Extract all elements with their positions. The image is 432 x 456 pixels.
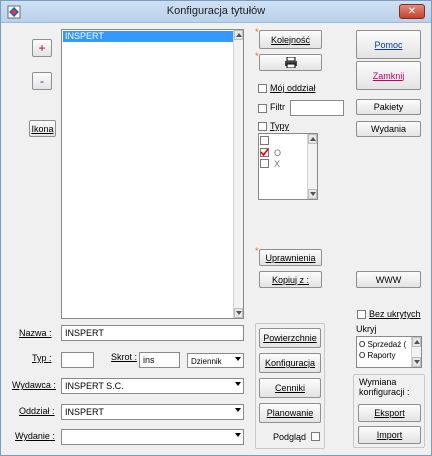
import-button[interactable]: Import [358,426,421,444]
name-label: Nazwa : [19,328,52,338]
remove-title-button[interactable]: - [32,72,52,90]
scroll-down-icon[interactable] [308,189,317,199]
type-item-label: X [274,159,281,169]
close-button[interactable]: ✕ [399,4,425,19]
types-scrollbar[interactable] [307,134,317,199]
no-hidden-label: Bez ukrytych [369,309,421,319]
copy-from-button[interactable]: Kopiuj z : [259,271,322,288]
filter-checkbox[interactable] [258,104,267,113]
hidden-list-item[interactable]: O Sprzedaż ( [359,340,406,349]
check-icon [260,148,269,157]
branch-value: INSPERT [65,407,104,417]
types-label: Typy [270,121,290,131]
edition-select[interactable] [61,429,244,445]
scroll-down-icon[interactable] [412,357,421,367]
filter-input[interactable] [290,100,344,116]
chevron-down-icon[interactable] [235,433,241,437]
publisher-value: INSPERT S.C. [65,381,124,391]
hidden-scrollbar[interactable] [411,337,421,367]
chevron-down-icon[interactable] [235,357,241,361]
branch-select[interactable]: INSPERT [61,404,244,420]
type-label: Typ : [32,353,52,363]
scroll-up-icon[interactable] [234,30,243,40]
periodicity-select[interactable]: Dziennik [187,353,244,368]
hidden-items-list[interactable]: O Sprzedaż ( O Raporty [356,336,422,368]
titles-list[interactable]: INSPERT [61,29,244,319]
preview-checkbox[interactable] [311,432,320,441]
main-window: Konfiguracja tytułów ✕ + - Ikona INSPERT… [0,0,432,456]
types-list[interactable]: O X [258,133,318,200]
scroll-down-icon[interactable] [234,308,243,318]
help-button[interactable]: Pomoc [356,30,421,59]
publisher-label: Wydawca : [12,380,56,390]
exchange-label-line2: konfiguracji : [359,387,410,397]
price-lists-button[interactable]: Cenniki [259,378,321,398]
configuration-button[interactable]: Konfiguracja [259,353,321,373]
www-button[interactable]: WWW [356,271,421,288]
hide-label: Ukryj [356,324,377,334]
title-list-item[interactable]: INSPERT [63,31,233,42]
branch-label: Oddział : [19,406,55,416]
filter-label: Filtr [270,102,285,112]
add-title-button[interactable]: + [32,39,52,57]
periodicity-value: Dziennik [191,357,222,366]
hidden-list-item[interactable]: O Raporty [359,351,395,360]
type-checkbox[interactable] [260,148,269,157]
name-input[interactable]: INSPERT [61,325,244,341]
required-marker-icon: * [255,246,259,256]
type-checkbox[interactable] [260,136,269,145]
order-button[interactable]: Kolejność [259,30,322,49]
publisher-select[interactable]: INSPERT S.C. [61,378,244,394]
types-checkbox[interactable] [258,122,267,131]
type-item-label: O [274,148,282,158]
abbrev-label: Skrot : [111,352,138,362]
permissions-button[interactable]: Uprawnienia [259,249,322,266]
packages-button[interactable]: Pakiety [356,99,421,115]
export-button[interactable]: Eksport [358,404,421,422]
no-hidden-checkbox[interactable] [357,310,366,319]
planning-button[interactable]: Planowanie [259,403,321,423]
areas-button[interactable]: Powierzchnie [259,328,321,348]
preview-label: Podgląd [273,432,307,442]
window-title: Konfiguracja tytułów [166,5,266,17]
required-marker-icon: * [255,51,259,61]
my-branch-label: Mój oddział [270,83,316,93]
required-marker-icon: * [255,27,259,37]
chevron-down-icon[interactable] [235,408,241,412]
close-window-button[interactable]: Zamknij [356,61,421,90]
print-button[interactable] [259,54,322,71]
title-bar: Konfiguracja tytułów ✕ [1,1,431,23]
type-checkbox[interactable] [260,159,269,168]
icon-button[interactable]: Ikona [29,120,56,137]
scroll-up-icon[interactable] [308,134,317,144]
edition-label: Wydanie : [15,431,55,441]
type-input[interactable] [61,352,94,368]
scroll-up-icon[interactable] [412,337,421,347]
editions-button[interactable]: Wydania [356,121,421,137]
chevron-down-icon[interactable] [235,382,241,386]
abbrev-input[interactable]: ins [139,352,180,368]
my-branch-checkbox[interactable] [258,84,267,93]
titles-scrollbar[interactable] [233,30,243,318]
exchange-label-line1: Wymiana [359,377,397,387]
printer-icon [284,57,297,68]
